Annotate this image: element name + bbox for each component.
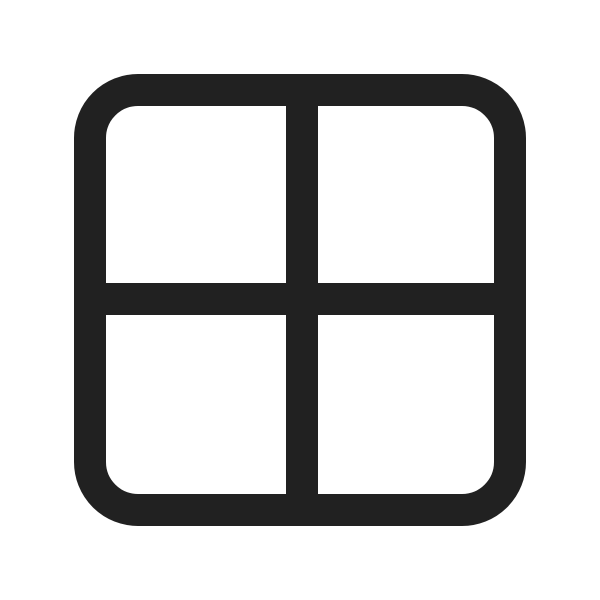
icon-canvas <box>0 0 600 600</box>
grid-icon <box>74 74 526 526</box>
